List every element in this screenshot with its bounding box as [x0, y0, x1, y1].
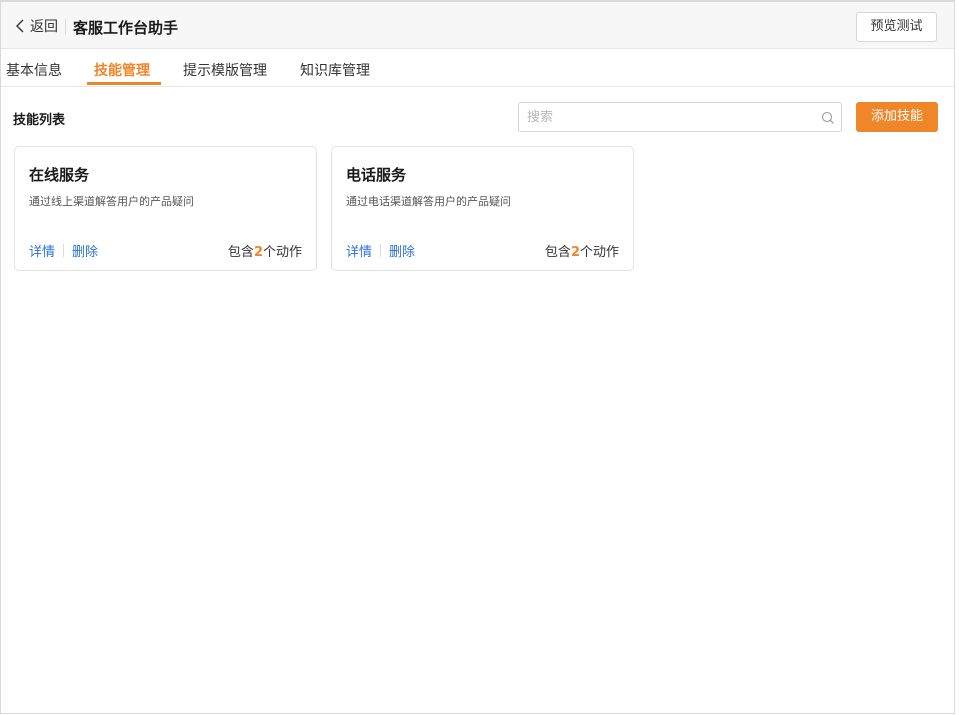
action-count-number: 2 — [253, 245, 263, 260]
action-count-prefix: 包含 — [227, 245, 254, 260]
back-label: 返回 — [30, 19, 58, 35]
action-count-suffix: 个动作 — [262, 245, 302, 260]
action-divider — [380, 244, 382, 257]
tab-skill-management[interactable]: 技能管理 — [94, 60, 150, 80]
action-count: 包含2个动作 — [228, 241, 302, 260]
skill-card: 在线服务 通过线上渠道解答用户的产品疑问 详情 删除 包含2个动作 — [14, 146, 317, 271]
search-icon[interactable] — [821, 110, 835, 124]
chevron-left-icon — [13, 17, 29, 35]
delete-link[interactable]: 删除 — [72, 241, 98, 260]
search-input[interactable] — [520, 104, 810, 130]
action-count-prefix: 包含 — [544, 245, 571, 260]
back-button[interactable]: 返回 — [13, 16, 58, 36]
skill-card-title: 电话服务 — [346, 166, 407, 184]
action-count-suffix: 个动作 — [579, 245, 619, 260]
active-tab-indicator — [87, 82, 161, 85]
detail-link[interactable]: 详情 — [346, 241, 372, 260]
action-count: 包含2个动作 — [545, 241, 619, 260]
skill-card-description: 通过电话渠道解答用户的产品疑问 — [346, 195, 511, 208]
tab-prompt-template-management[interactable]: 提示模版管理 — [183, 60, 267, 80]
search-box — [518, 102, 842, 132]
action-divider — [63, 244, 65, 257]
skill-card: 电话服务 通过电话渠道解答用户的产品疑问 详情 删除 包含2个动作 — [331, 146, 634, 271]
action-count-number: 2 — [570, 245, 580, 260]
header-divider — [65, 19, 66, 35]
add-skill-button[interactable]: 添加技能 — [856, 102, 938, 132]
page-title: 客服工作台助手 — [73, 19, 179, 37]
preview-test-button[interactable]: 预览测试 — [856, 12, 937, 42]
tab-bar: 基本信息 技能管理 提示模版管理 知识库管理 — [1, 49, 954, 87]
section-title: 技能列表 — [13, 113, 66, 128]
skill-card-description: 通过线上渠道解答用户的产品疑问 — [29, 195, 194, 208]
skill-card-actions: 详情 删除 — [29, 241, 98, 260]
detail-link[interactable]: 详情 — [29, 241, 55, 260]
app-window: 返回 客服工作台助手 预览测试 基本信息 技能管理 提示模版管理 知识库管理 技… — [0, 0, 955, 714]
delete-link[interactable]: 删除 — [389, 241, 415, 260]
skill-card-title: 在线服务 — [29, 166, 90, 184]
tab-knowledge-base-management[interactable]: 知识库管理 — [300, 60, 370, 80]
skill-card-actions: 详情 删除 — [346, 241, 415, 260]
tab-basic-info[interactable]: 基本信息 — [6, 60, 62, 80]
top-bar: 返回 客服工作台助手 预览测试 — [1, 2, 954, 49]
